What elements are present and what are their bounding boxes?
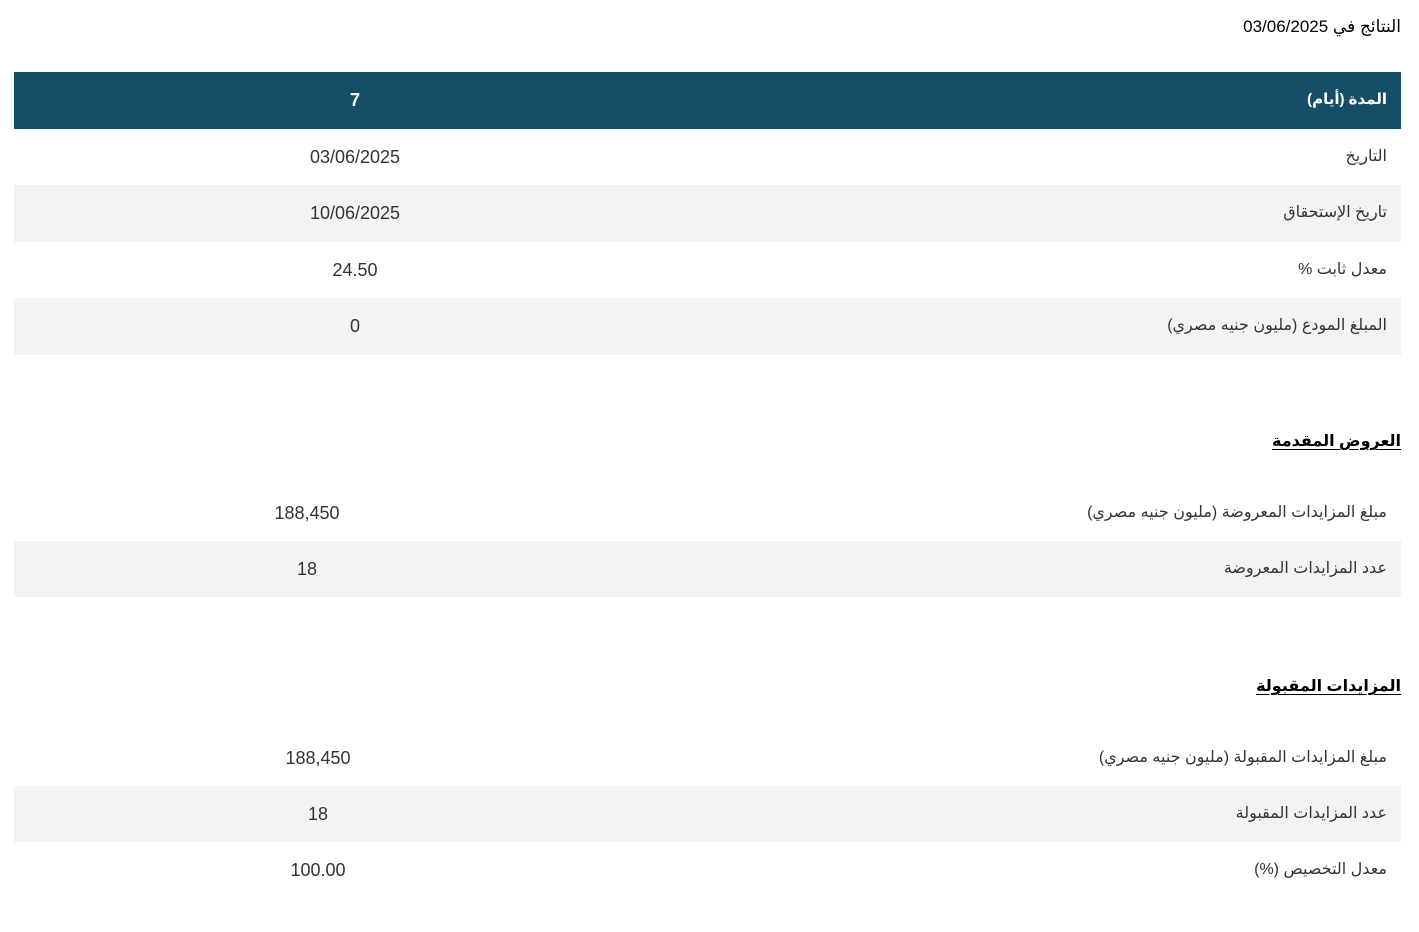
table-row: مبلغ المزايدات المقبولة (مليون جنيه مصري…	[14, 730, 1401, 786]
deposited-amount-label: المبلغ المودع (مليون جنيه مصري)	[1167, 317, 1387, 334]
date-label: التاريخ	[1345, 147, 1387, 165]
summary-table: المدة (أيام) 7 التاريخ 03/06/2025 تاريخ …	[14, 72, 1401, 355]
accepted-table: مبلغ المزايدات المقبولة (مليون جنيه مصري…	[14, 730, 1401, 898]
accepted-bids-amount-value: 188,450	[285, 748, 351, 768]
allotment-rate-value: 100.00	[290, 860, 346, 880]
date-value: 03/06/2025	[309, 146, 401, 167]
maturity-date-value: 10/06/2025	[309, 203, 401, 223]
table-row: تاريخ الإستحقاق 10/06/2025	[14, 185, 1401, 242]
fixed-rate-label: معدل ثابت %	[1298, 260, 1387, 278]
table-row: عدد المزايدات المعروضة 18	[14, 541, 1401, 597]
offers-table: مبلغ المزايدات المعروضة (مليون جنيه مصري…	[14, 485, 1401, 597]
fixed-rate-value: 24.50	[332, 259, 378, 280]
offered-bids-count-value: 18	[296, 559, 318, 579]
accepted-bids-count-label: عدد المزايدات المقبولة	[1235, 805, 1387, 822]
table-row: معدل ثابت % 24.50	[14, 242, 1401, 299]
table-row: عدد المزايدات المقبولة 18	[14, 786, 1401, 842]
summary-header-row: المدة (أيام) 7	[14, 72, 1401, 129]
offered-bids-amount-value: 188,450	[274, 503, 340, 523]
allotment-rate-label: معدل التخصيص (%)	[1254, 861, 1387, 878]
accepted-section-heading: المزايدات المقبولة	[1256, 678, 1401, 695]
maturity-date-label: تاريخ الإستحقاق	[1283, 204, 1387, 221]
accepted-bids-amount-label: مبلغ المزايدات المقبولة (مليون جنيه مصري…	[1098, 749, 1387, 766]
offered-bids-count-label: عدد المزايدات المعروضة	[1223, 560, 1387, 577]
table-row: معدل التخصيص (%) 100.00	[14, 842, 1401, 898]
deposited-amount-value: 0	[349, 316, 361, 336]
table-row: مبلغ المزايدات المعروضة (مليون جنيه مصري…	[14, 485, 1401, 541]
offers-section-heading: العروض المقدمة	[1272, 433, 1401, 450]
duration-value: 7	[349, 90, 361, 110]
offered-bids-amount-label: مبلغ المزايدات المعروضة (مليون جنيه مصري…	[1087, 504, 1387, 521]
results-date-title: النتائج في 03/06/2025	[1243, 17, 1401, 36]
accepted-bids-count-value: 18	[307, 804, 329, 824]
duration-label: المدة (أيام)	[1307, 91, 1387, 108]
table-row: المبلغ المودع (مليون جنيه مصري) 0	[14, 298, 1401, 355]
table-row: التاريخ 03/06/2025	[14, 129, 1401, 186]
